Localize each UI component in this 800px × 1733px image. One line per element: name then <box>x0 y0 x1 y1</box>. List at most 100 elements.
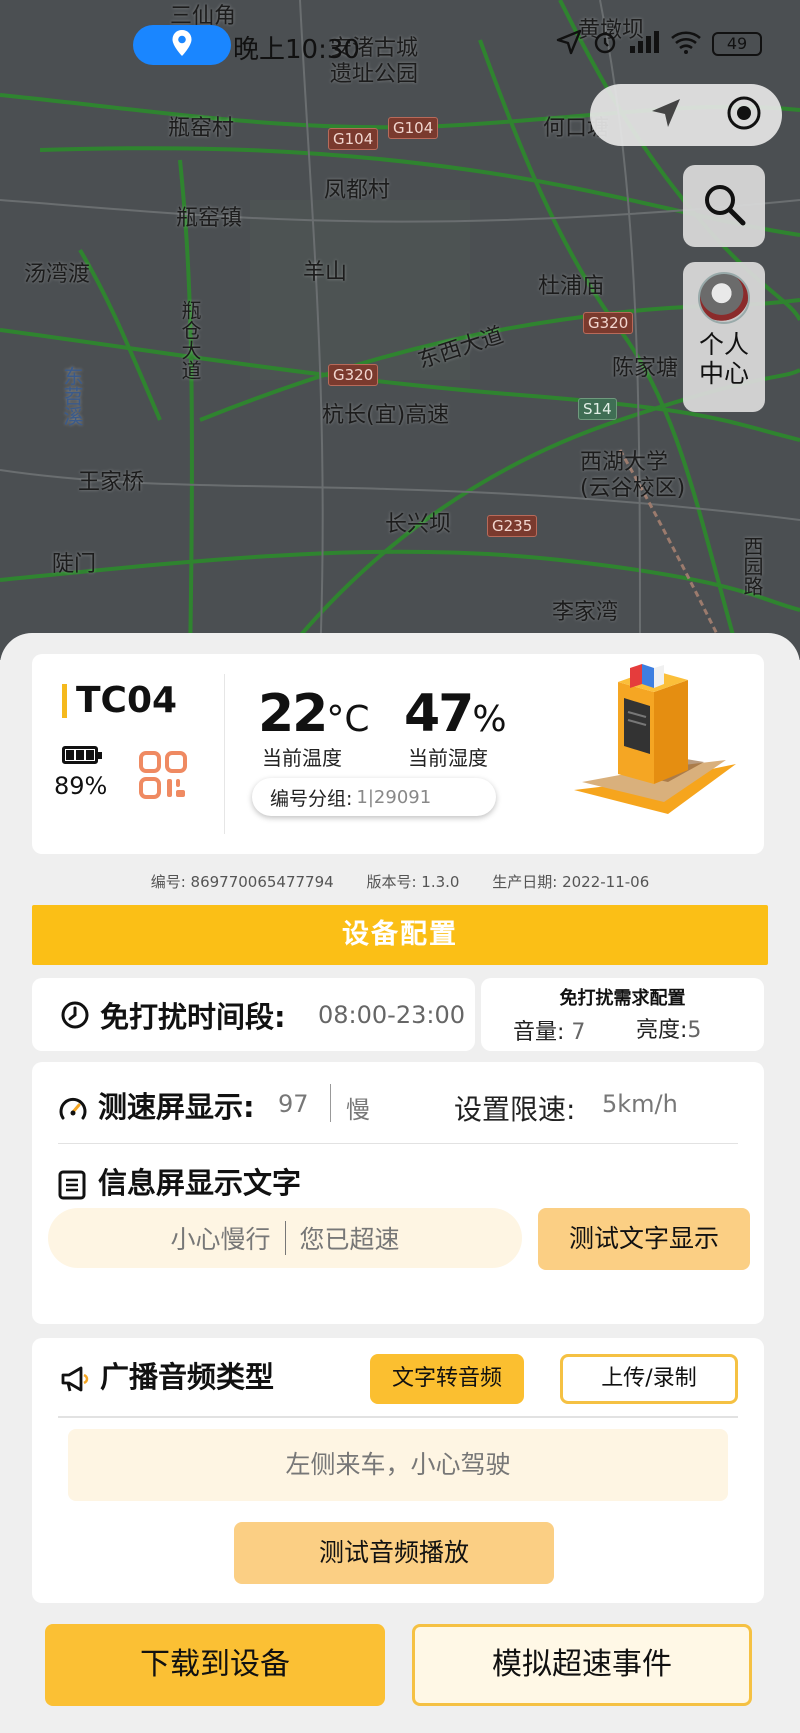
speed-display-title: 测速屏显示: <box>98 1090 255 1124</box>
broadcast-title: 广播音频类型 <box>100 1360 275 1394</box>
divider <box>58 1416 738 1418</box>
navigation-arrow-icon <box>556 29 582 59</box>
location-pin-icon <box>171 29 193 61</box>
group-label: 编号分组: <box>270 787 353 810</box>
speed-limit-label: 设置限速: <box>454 1093 576 1126</box>
alarm-icon <box>592 29 618 59</box>
volume-value: 7 <box>571 1020 586 1045</box>
broadcast-text-input[interactable]: 左侧来车，小心驾驶 <box>68 1429 728 1501</box>
temperature-metric: 22°C 当前温度 <box>258 684 370 770</box>
info-screen-text-input[interactable]: 小心慢行 您已超速 <box>48 1208 522 1268</box>
speed-info-card: 测速屏显示: 97 慢 设置限速: 5km/h 信息屏显示文字 小心慢行 您已超… <box>32 1062 764 1324</box>
divider <box>224 674 225 834</box>
speedometer-icon <box>58 1094 88 1124</box>
map-label: 东苕溪 <box>60 366 84 426</box>
simulate-overspeed-button[interactable]: 模拟超速事件 <box>412 1624 752 1706</box>
info-text-1: 小心慢行 <box>170 1225 271 1254</box>
temperature-unit: °C <box>326 699 370 740</box>
device-config-button[interactable]: 设备配置 <box>32 905 768 965</box>
divider <box>330 1084 331 1122</box>
dnd-config-card[interactable]: 免打扰需求配置 音量: 7 亮度:5 <box>481 978 764 1051</box>
map-label: 汤湾渡 <box>24 262 91 287</box>
battery-status: 49 <box>712 32 762 56</box>
document-icon <box>58 1170 86 1200</box>
navigation-arrow-icon <box>648 95 684 135</box>
map-search-button[interactable] <box>683 165 765 247</box>
upload-record-button[interactable]: 上传/录制 <box>560 1354 738 1404</box>
text-to-audio-button[interactable]: 文字转音频 <box>370 1354 524 1404</box>
map-label: 杜浦庙 <box>538 274 605 299</box>
location-indicator[interactable] <box>133 25 231 65</box>
map-label: 羊山 <box>303 260 348 285</box>
map-label: 陡门 <box>52 552 97 577</box>
clock-icon <box>60 1000 90 1030</box>
map-label: 王家桥 <box>78 470 145 495</box>
map-toolbar <box>590 84 782 146</box>
road-shield: S14 <box>578 398 617 420</box>
test-text-display-button[interactable]: 测试文字显示 <box>538 1208 750 1270</box>
dnd-time: 08:00-23:00 <box>318 1001 465 1029</box>
map-label: 杭长(宜)高速 <box>322 403 450 428</box>
road-shield: G320 <box>583 312 634 334</box>
device-battery-percent: 89% <box>54 772 108 800</box>
locate-button[interactable] <box>724 95 764 135</box>
broadcast-card: 广播音频类型 文字转音频 上传/录制 左侧来车，小心驾驶 测试音频播放 <box>32 1338 764 1603</box>
title-accent-bar <box>62 684 67 718</box>
firmware-version: 版本号: 1.3.0 <box>366 873 460 891</box>
dnd-period-card[interactable]: 免打扰时间段: 08:00-23:00 <box>32 978 475 1051</box>
divider <box>58 1143 738 1144</box>
brightness-label: 亮度: <box>636 1018 688 1043</box>
megaphone-icon <box>60 1364 90 1394</box>
map-label: 西园路 <box>740 536 764 596</box>
humidity-label: 当前湿度 <box>408 746 488 770</box>
map-label: 李家湾 <box>552 600 619 625</box>
map-label: 长兴坝 <box>385 512 452 537</box>
status-bar: 晚上10:30 49 <box>0 20 800 72</box>
device-card: TC04 89% 22°C 当前温度 47% 当前湿度 编号分组: 1|2909… <box>32 654 764 854</box>
status-time: 晚上10:30 <box>233 35 360 65</box>
road-shield: G235 <box>487 515 538 537</box>
temperature-value: 22 <box>258 684 328 744</box>
group-number-pill[interactable]: 编号分组: 1|29091 <box>252 778 496 816</box>
qr-code-icon[interactable] <box>138 750 188 800</box>
info-screen-title: 信息屏显示文字 <box>98 1166 302 1200</box>
map-label: 凤都村 <box>324 178 391 203</box>
map-label: 瓶窑镇 <box>176 206 243 231</box>
dnd-volume: 音量: 7 <box>513 1014 585 1046</box>
group-value: 1|29091 <box>356 786 432 808</box>
device-serial: 编号: 869770065477794 <box>150 873 334 891</box>
speed-limit-value[interactable]: 5km/h <box>602 1090 678 1118</box>
road-shield: G104 <box>328 128 379 150</box>
dnd-config-title: 免打扰需求配置 <box>559 988 686 1009</box>
map-label: (云谷校区) <box>580 476 686 501</box>
volume-label: 音量: <box>513 1020 565 1045</box>
map-label: 瓶窑村 <box>168 116 235 141</box>
dnd-brightness: 亮度:5 <box>636 1012 701 1044</box>
map-view[interactable]: 三仙角 安渚古城 遗址公园 黄墩坝 瓶窑村 何口塘 凤都村 瓶窑镇 汤湾渡 羊山… <box>0 0 800 660</box>
navigation-button[interactable] <box>646 95 686 135</box>
profile-center-button[interactable]: 个人中心 <box>683 262 765 412</box>
brightness-value: 5 <box>687 1018 702 1043</box>
road-shield: G104 <box>388 117 439 139</box>
humidity-metric: 47% 当前湿度 <box>404 684 507 770</box>
speed-display-value: 97 <box>278 1090 309 1118</box>
speed-display-status: 慢 <box>346 1096 370 1124</box>
road-shield: G320 <box>328 364 379 386</box>
test-audio-play-button[interactable]: 测试音频播放 <box>234 1522 554 1584</box>
battery-icon <box>62 746 102 764</box>
download-to-device-button[interactable]: 下载到设备 <box>45 1624 385 1706</box>
device-illustration <box>568 662 748 832</box>
avatar <box>698 272 750 324</box>
system-icons: 49 <box>556 29 762 59</box>
profile-label: 个人中心 <box>698 330 749 388</box>
device-meta: 编号: 869770065477794 版本号: 1.3.0 生产日期: 202… <box>0 871 800 892</box>
cell-signal-icon <box>628 30 660 58</box>
dnd-title: 免打扰时间段: <box>100 1000 286 1034</box>
device-name: TC04 <box>76 680 178 721</box>
map-label: 瓶仓大道 <box>178 300 202 380</box>
wifi-icon <box>670 30 702 58</box>
info-text-2: 您已超速 <box>299 1225 400 1254</box>
device-sheet: TC04 89% 22°C 当前温度 47% 当前湿度 编号分组: 1|2909… <box>0 633 800 1733</box>
production-date: 生产日期: 2022-11-06 <box>492 873 650 891</box>
divider <box>284 1221 286 1255</box>
